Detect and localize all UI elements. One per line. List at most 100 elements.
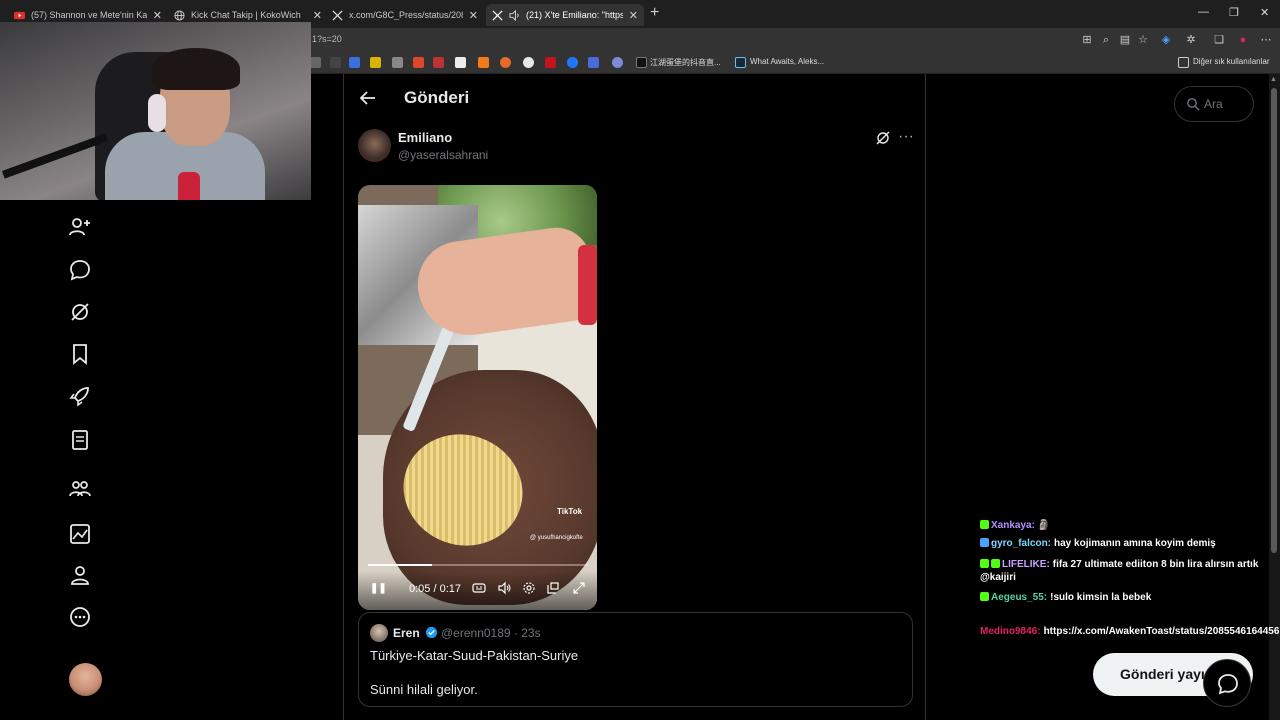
grok-icon[interactable] bbox=[68, 300, 92, 324]
add-user-icon[interactable] bbox=[68, 215, 92, 239]
volume-icon[interactable] bbox=[498, 581, 512, 595]
profile-icon[interactable] bbox=[68, 563, 92, 587]
zoom-icon[interactable]: ⌕ bbox=[1099, 33, 1113, 47]
bookmark-icon[interactable] bbox=[68, 342, 92, 366]
headset bbox=[148, 94, 166, 132]
kick-badge-icon bbox=[980, 520, 989, 529]
reddit-icon[interactable] bbox=[413, 57, 424, 68]
bookmark-icon[interactable] bbox=[523, 57, 534, 68]
more-circle-icon[interactable] bbox=[68, 605, 92, 629]
youtube-icon bbox=[14, 10, 25, 21]
pause-button[interactable]: ❚❚ bbox=[370, 583, 387, 594]
speaker-icon[interactable] bbox=[509, 9, 520, 21]
search-icon bbox=[1186, 97, 1200, 111]
author-avatar[interactable] bbox=[358, 129, 391, 162]
account-avatar[interactable] bbox=[69, 663, 102, 696]
browser-tab-active[interactable]: (21) X'te Emiliano: "https://t.co ✕ bbox=[486, 4, 644, 26]
bookmark-icon[interactable] bbox=[478, 57, 489, 68]
scrollbar-thumb[interactable] bbox=[1271, 88, 1277, 553]
video-player[interactable]: TikTok @ yusufhancigkofte ❚❚ 0:05 / 0:17 bbox=[358, 185, 597, 610]
video-controls: ❚❚ 0:05 / 0:17 bbox=[358, 571, 597, 610]
grok-icon[interactable] bbox=[875, 130, 891, 146]
list-icon[interactable] bbox=[68, 428, 92, 452]
page-title: Gönderi bbox=[404, 88, 470, 107]
chat-message: Xankaya: 🗿 bbox=[980, 519, 1275, 532]
close-window-button[interactable]: ✕ bbox=[1260, 6, 1269, 19]
rocket-icon[interactable] bbox=[68, 384, 92, 408]
minimize-button[interactable]: — bbox=[1198, 6, 1209, 18]
quote-author-name[interactable]: Eren bbox=[393, 626, 420, 640]
message-icon[interactable] bbox=[68, 258, 92, 282]
streamer-hair bbox=[152, 48, 240, 90]
new-tab-button[interactable]: + bbox=[650, 4, 659, 22]
kick-badge-icon bbox=[991, 559, 1000, 568]
video-time: 0:05 / 0:17 bbox=[409, 583, 461, 595]
bookmark-icon[interactable] bbox=[612, 57, 623, 68]
more-options-icon[interactable]: ··· bbox=[898, 128, 914, 146]
bookmark-icon[interactable] bbox=[370, 57, 381, 68]
x-icon bbox=[492, 9, 503, 21]
bookmark-icon[interactable] bbox=[310, 57, 321, 68]
fullscreen-icon[interactable] bbox=[572, 581, 586, 595]
bookmark-icon[interactable] bbox=[567, 57, 578, 68]
quote-avatar[interactable] bbox=[370, 624, 388, 642]
webcam-overlay bbox=[0, 22, 311, 200]
author-name[interactable]: Emiliano bbox=[398, 130, 452, 145]
image-icon[interactable] bbox=[68, 522, 92, 546]
chat-message: LIFELIKE: fifa 27 ultimate ediiton 8 bin … bbox=[980, 558, 1275, 584]
restore-button[interactable]: ❐ bbox=[1229, 6, 1239, 19]
back-arrow-icon[interactable] bbox=[358, 88, 378, 108]
close-tab-icon[interactable]: ✕ bbox=[153, 9, 162, 22]
communities-icon[interactable] bbox=[68, 477, 92, 501]
search-input[interactable]: Ara bbox=[1174, 86, 1254, 122]
author-handle[interactable]: @yaseralsahrani bbox=[398, 148, 488, 162]
chat-message: gyro_falcon: hay kojimanın amına koyim de… bbox=[980, 537, 1275, 550]
menu-icon[interactable]: ⋯ bbox=[1259, 33, 1273, 47]
extension-icon[interactable]: ◈ bbox=[1159, 33, 1173, 47]
close-tab-icon[interactable]: ✕ bbox=[469, 9, 478, 22]
bookmark-icon[interactable] bbox=[349, 57, 360, 68]
bookmark-label[interactable]: What Awaits, Aleks... bbox=[750, 57, 824, 66]
video-frame bbox=[358, 185, 597, 610]
x-bookmark-icon[interactable] bbox=[330, 57, 341, 68]
chat-fab-button[interactable] bbox=[1203, 659, 1251, 707]
bookmark-label[interactable]: 江湖蛋堡的抖音直... bbox=[650, 57, 721, 68]
close-tab-icon[interactable]: ✕ bbox=[313, 9, 322, 22]
scroll-up-icon[interactable]: ▲ bbox=[1270, 76, 1277, 83]
url-text[interactable]: 1?s=20 bbox=[312, 34, 342, 44]
page-scrollbar[interactable]: ▲ bbox=[1269, 74, 1280, 720]
other-bookmarks[interactable]: Diğer sık kullanılanlar bbox=[1193, 57, 1269, 66]
star-icon[interactable]: ☆ bbox=[1136, 33, 1150, 47]
puzzle-icon[interactable]: ✲ bbox=[1184, 33, 1198, 47]
settings-icon[interactable] bbox=[522, 581, 536, 595]
profile-icon[interactable]: ● bbox=[1236, 33, 1250, 47]
reader-icon[interactable]: ▤ bbox=[1118, 33, 1132, 47]
tiktok-username: @ yusufhancigkofte bbox=[530, 535, 583, 541]
quoted-post[interactable]: Eren @erenn0189 · 23s Türkiye-Katar-Suud… bbox=[358, 612, 913, 707]
verified-badge-icon bbox=[425, 626, 438, 639]
bookmark-icon[interactable] bbox=[455, 57, 466, 68]
chat-bubble-icon bbox=[1218, 674, 1238, 695]
picture-in-picture-icon[interactable] bbox=[546, 581, 560, 595]
captions-icon[interactable] bbox=[472, 581, 486, 595]
bookmark-icon[interactable] bbox=[392, 57, 403, 68]
bookmark-icon[interactable] bbox=[500, 57, 511, 68]
close-tab-icon[interactable]: ✕ bbox=[629, 9, 638, 22]
quote-text-line: Türkiye-Katar-Suud-Pakistan-Suriye bbox=[370, 648, 579, 663]
folder-icon[interactable] bbox=[1178, 57, 1189, 68]
chat-username: Aegeus_55: bbox=[991, 592, 1048, 603]
browser-tab[interactable]: x.com/G8C_Press/status/2084345 ✕ bbox=[326, 4, 484, 26]
tiktok-icon[interactable] bbox=[636, 57, 647, 68]
microphone bbox=[178, 172, 200, 200]
bookmark-icon[interactable] bbox=[433, 57, 444, 68]
chat-message: Aegeus_55: !sulo kimsin la bebek bbox=[980, 591, 1275, 604]
quote-author-handle[interactable]: @erenn0189 · 23s bbox=[441, 626, 541, 640]
globe-icon bbox=[174, 9, 185, 21]
video-progress-bar[interactable] bbox=[368, 564, 588, 566]
apps-icon[interactable]: ⊞ bbox=[1080, 33, 1094, 47]
bookmark-icon[interactable] bbox=[588, 57, 599, 68]
collections-icon[interactable]: ❏ bbox=[1212, 33, 1226, 47]
bookmark-icon[interactable] bbox=[545, 57, 556, 68]
steam-icon[interactable] bbox=[735, 57, 746, 68]
sleeve bbox=[578, 245, 597, 325]
